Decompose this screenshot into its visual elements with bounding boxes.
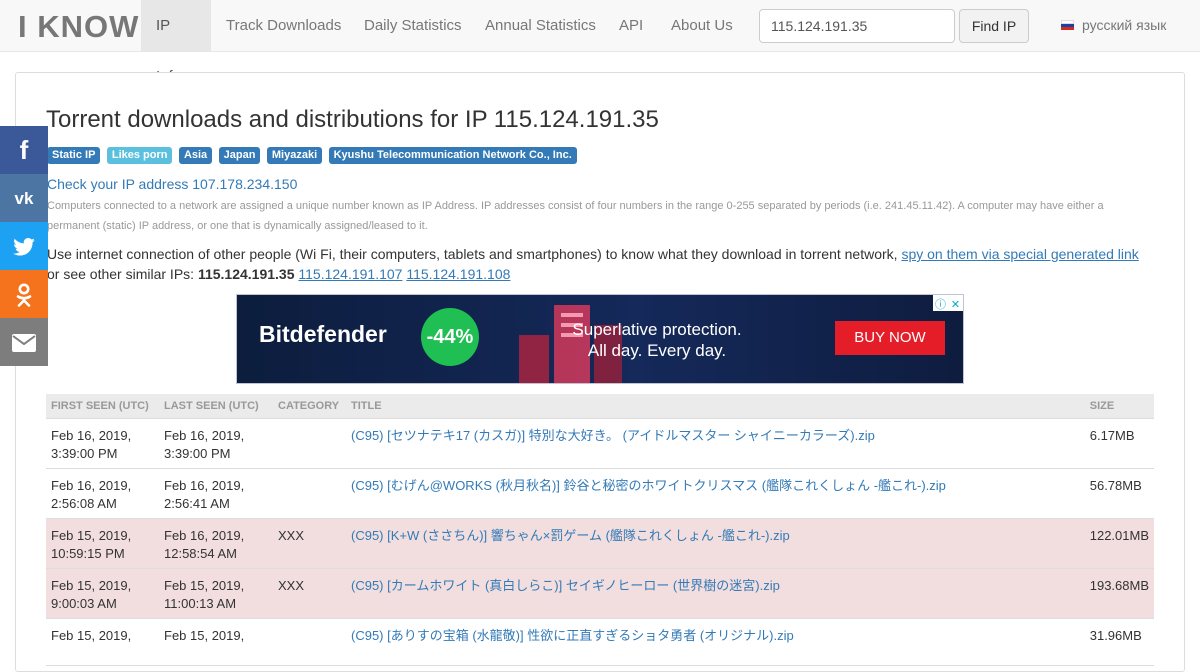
- vk-icon: vk: [14, 189, 34, 208]
- category-cell: XXX: [273, 518, 346, 569]
- advertisement-banner[interactable]: Bitdefender -44% Superlative protection.…: [236, 294, 964, 384]
- ad-brand: Bitdefender: [259, 321, 387, 347]
- similar-current-ip: 115.124.191.35: [197, 266, 295, 282]
- odnoklassniki-icon: [16, 283, 32, 307]
- col-last-seen[interactable]: LAST SEEN (UTC): [159, 394, 273, 419]
- table-row: Feb 15, 2019, 9:00:03 AM Feb 15, 2019, 11:…: [46, 568, 1154, 619]
- last-seen-cell: Feb 16, 2019, 3:39:00 PM: [159, 418, 273, 469]
- similar-text: or see other similar IPs:: [47, 266, 198, 282]
- twitter-icon: [13, 237, 35, 256]
- ip-explanation: Computers connected to a network are ass…: [47, 200, 1104, 232]
- title-cell: (C95) [むげん@WORKS (秋月秋名)] 鈴谷と秘密のホワイトクリスマス…: [346, 468, 1085, 519]
- language-label: русский язык: [1082, 17, 1167, 33]
- tag-static-ip: Static IP: [47, 147, 101, 164]
- col-category[interactable]: CATEGORY: [273, 394, 346, 419]
- tag-likes-porn: Likes porn: [106, 147, 173, 164]
- nav-api[interactable]: API: [604, 0, 658, 51]
- similar-ip-link[interactable]: 115.124.191.107: [298, 266, 402, 282]
- category-cell: [273, 618, 346, 666]
- ip-tags: Static IP Likes porn Asia Japan Miyazaki…: [47, 147, 579, 164]
- torrent-title-link[interactable]: (C95) [むげん@WORKS (秋月秋名)] 鈴谷と秘密のホワイトクリスマス…: [351, 478, 946, 493]
- nav-daily-statistics[interactable]: Daily Statistics: [349, 0, 477, 51]
- ad-line-2: All day. Every day.: [587, 341, 727, 360]
- facebook-share-button[interactable]: f: [0, 126, 48, 174]
- table-row: Feb 16, 2019, 2:56:08 AM Feb 16, 2019, 2:5…: [46, 468, 1154, 519]
- size-cell: 122.01MB: [1084, 518, 1154, 569]
- ad-line-1: Superlative protection.: [572, 320, 742, 339]
- table-row: Feb 15, 2019, 10:59:15 PM Feb 16, 2019, 12…: [46, 518, 1154, 569]
- size-cell: 56.78MB: [1084, 468, 1154, 519]
- category-cell: XXX: [273, 568, 346, 619]
- nav-annual-statistics[interactable]: Annual Statistics: [470, 0, 611, 51]
- navbar: I KNOW IP Info Track Downloads Daily Sta…: [0, 0, 1200, 85]
- tag-city: Miyazaki: [266, 147, 323, 164]
- odnoklassniki-share-button[interactable]: [0, 270, 48, 318]
- close-icon[interactable]: ✕: [948, 298, 963, 313]
- language-switch[interactable]: русский язык: [1061, 0, 1166, 51]
- spy-paragraph: Use internet connection of other people …: [47, 244, 1157, 284]
- downloads-table: FIRST SEEN (UTC) LAST SEEN (UTC) CATEGOR…: [46, 394, 1154, 666]
- last-seen-cell: Feb 16, 2019, 2:56:41 AM: [159, 468, 273, 519]
- first-seen-cell: Feb 15, 2019,: [46, 618, 159, 666]
- nav-ip-info[interactable]: IP Info: [141, 0, 211, 85]
- table-row: Feb 15, 2019, Feb 15, 2019, (C95) [ありすの宝…: [46, 618, 1154, 666]
- title-cell: (C95) [カームホワイト (真白しらこ)] セイギノヒーロー (世界樹の迷宮…: [346, 568, 1085, 619]
- tag-country: Japan: [218, 147, 261, 164]
- check-ip-link[interactable]: Check your IP address 107.178.234.150: [47, 176, 297, 192]
- category-cell: [273, 418, 346, 469]
- col-title[interactable]: TITLE: [346, 394, 1085, 419]
- nav-track-downloads[interactable]: Track Downloads: [211, 0, 356, 51]
- torrent-title-link[interactable]: (C95) [カームホワイト (真白しらこ)] セイギノヒーロー (世界樹の迷宮…: [351, 578, 780, 593]
- title-cell: (C95) [セツナテキ17 (カスガ)] 特別な大好き。 (アイドルマスター …: [346, 418, 1085, 469]
- first-seen-cell: Feb 15, 2019, 9:00:03 AM: [46, 568, 159, 619]
- first-seen-cell: Feb 15, 2019, 10:59:15 PM: [46, 518, 159, 569]
- facebook-icon: f: [19, 135, 29, 165]
- ad-buy-button[interactable]: BUY NOW: [835, 321, 945, 355]
- title-cell: (C95) [ありすの宝箱 (水龍敬)] 性欲に正直すぎるショタ勇者 (オリジナ…: [346, 618, 1085, 666]
- tag-continent: Asia: [178, 147, 213, 164]
- brand-logo[interactable]: I KNOW: [18, 9, 139, 45]
- last-seen-cell: Feb 15, 2019,: [159, 618, 273, 666]
- twitter-share-button[interactable]: [0, 222, 48, 270]
- tag-isp: Kyushu Telecommunication Network Co., In…: [328, 147, 577, 164]
- col-first-seen[interactable]: FIRST SEEN (UTC): [46, 394, 159, 419]
- category-cell: [273, 468, 346, 519]
- similar-ip-link[interactable]: 115.124.191.108: [406, 266, 510, 282]
- first-seen-cell: Feb 16, 2019, 3:39:00 PM: [46, 418, 159, 469]
- ad-discount-badge: -44%: [421, 308, 479, 366]
- page-title: Torrent downloads and distributions for …: [46, 106, 659, 133]
- table-header-row: FIRST SEEN (UTC) LAST SEEN (UTC) CATEGOR…: [46, 394, 1154, 419]
- title-cell: (C95) [K+W (ささちん)] 響ちゃん×罰ゲーム (艦隊これくしょん -…: [346, 518, 1085, 569]
- info-icon[interactable]: ⓘ: [933, 298, 948, 313]
- vk-share-button[interactable]: vk: [0, 174, 48, 222]
- ip-search-input[interactable]: 115.124.191.35: [759, 9, 955, 43]
- torrent-title-link[interactable]: (C95) [セツナテキ17 (カスガ)] 特別な大好き。 (アイドルマスター …: [351, 428, 875, 443]
- size-cell: 193.68MB: [1084, 568, 1154, 619]
- ad-choices[interactable]: ⓘ ✕: [933, 295, 963, 313]
- torrent-title-link[interactable]: (C95) [K+W (ささちん)] 響ちゃん×罰ゲーム (艦隊これくしょん -…: [351, 528, 790, 543]
- size-cell: 6.17MB: [1084, 418, 1154, 469]
- russia-flag-icon: [1061, 20, 1074, 31]
- last-seen-cell: Feb 15, 2019, 11:00:13 AM: [159, 568, 273, 619]
- spy-text: Use internet connection of other people …: [47, 246, 902, 262]
- size-cell: 31.96MB: [1084, 618, 1154, 666]
- social-share-bar: f vk: [0, 126, 48, 366]
- nav-about-us[interactable]: About Us: [656, 0, 748, 51]
- table-row: Feb 16, 2019, 3:39:00 PM Feb 16, 2019, 3:3…: [46, 418, 1154, 469]
- col-size[interactable]: SIZE: [1084, 394, 1154, 419]
- torrent-title-link[interactable]: (C95) [ありすの宝箱 (水龍敬)] 性欲に正直すぎるショタ勇者 (オリジナ…: [351, 628, 794, 643]
- spy-link[interactable]: spy on them via special generated link: [901, 246, 1138, 262]
- email-share-button[interactable]: [0, 318, 48, 366]
- find-ip-button[interactable]: Find IP: [959, 9, 1029, 43]
- last-seen-cell: Feb 16, 2019, 12:58:54 AM: [159, 518, 273, 569]
- email-icon: [12, 333, 36, 352]
- first-seen-cell: Feb 16, 2019, 2:56:08 AM: [46, 468, 159, 519]
- ad-tagline: Superlative protection. All day. Every d…: [537, 319, 777, 361]
